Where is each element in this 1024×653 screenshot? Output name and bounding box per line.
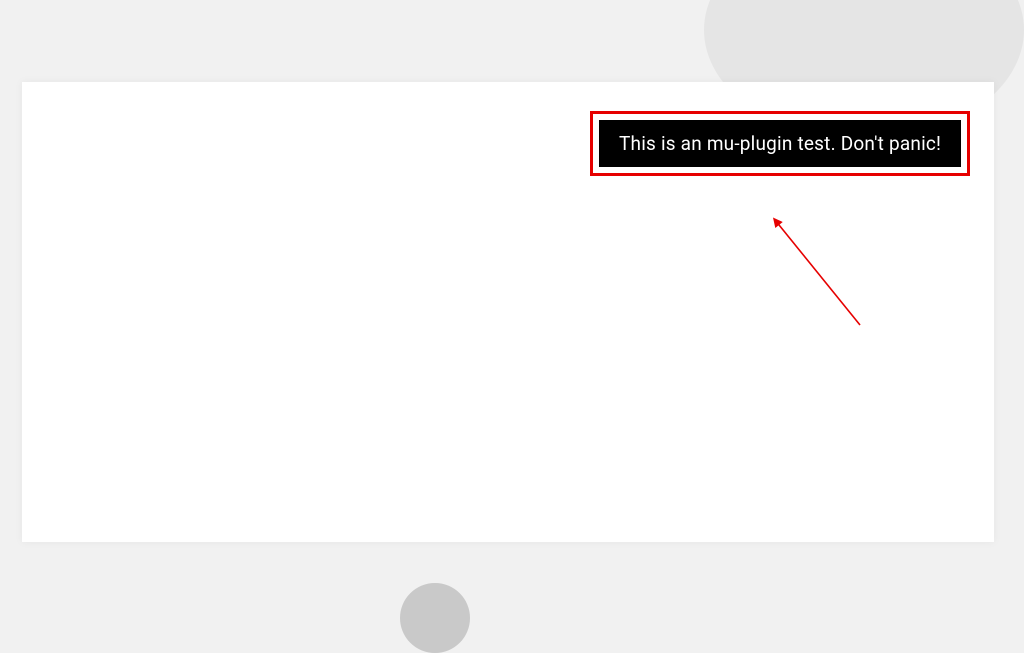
annotation-highlight-box: This is an mu-plugin test. Don't panic! [590, 111, 970, 176]
annotation-arrow-icon [765, 210, 895, 340]
mu-plugin-notice: This is an mu-plugin test. Don't panic! [599, 120, 961, 167]
decorative-circle-bottom [400, 583, 470, 653]
